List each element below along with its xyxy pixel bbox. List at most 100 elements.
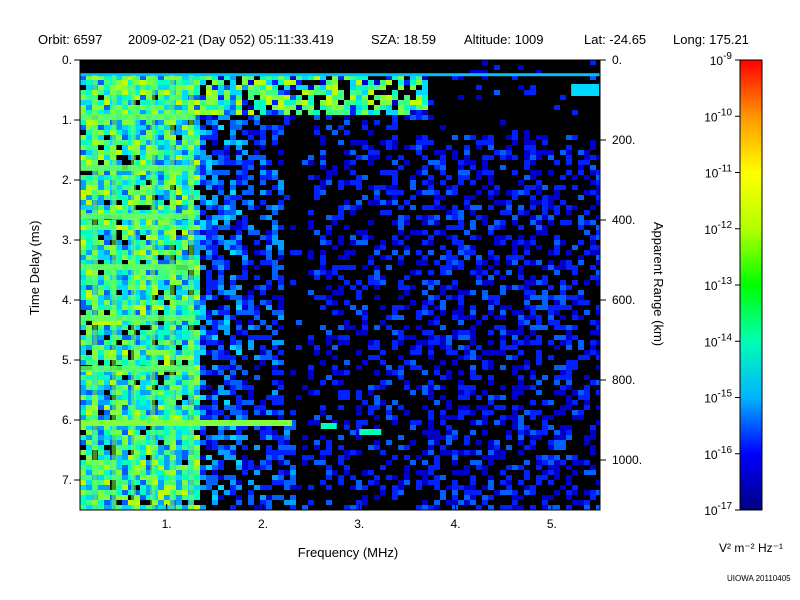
heatmap-cell	[320, 265, 326, 270]
heatmap-cell	[554, 465, 560, 470]
heatmap-cell	[182, 435, 188, 440]
heatmap-cell	[356, 110, 362, 115]
heatmap-cell	[278, 450, 284, 455]
heatmap-cell	[98, 150, 104, 155]
heatmap-cell	[98, 390, 104, 395]
heatmap-cell	[560, 150, 566, 155]
heatmap-cell	[272, 480, 278, 485]
heatmap-cell	[140, 310, 146, 315]
heatmap-cell	[596, 245, 600, 250]
heatmap-cell	[512, 410, 518, 415]
heatmap-cell	[296, 100, 302, 105]
heatmap-cell	[536, 245, 542, 250]
heatmap-cell	[314, 350, 320, 355]
heatmap-cell	[260, 80, 266, 85]
heatmap-cell	[122, 150, 128, 155]
heatmap-cell	[590, 235, 596, 240]
heatmap-cell	[254, 230, 260, 235]
heatmap-cell	[356, 185, 362, 190]
heatmap-cell	[404, 100, 410, 105]
heatmap-cell	[530, 445, 536, 450]
heatmap-cell	[254, 130, 260, 135]
heatmap-cell	[398, 405, 404, 410]
heatmap-cell	[566, 375, 572, 380]
heatmap-cell	[182, 495, 188, 500]
heatmap-cell	[356, 95, 362, 100]
heatmap-cell	[248, 90, 254, 95]
heatmap-cell	[314, 390, 320, 395]
heatmap-cell	[266, 445, 272, 450]
heatmap-cell	[218, 180, 224, 185]
heatmap-cell	[230, 95, 236, 100]
heatmap-cell	[428, 250, 434, 255]
heatmap-cell	[482, 135, 488, 140]
heatmap-cell	[308, 100, 314, 105]
heatmap-cell	[356, 365, 362, 370]
heatmap-cell	[458, 500, 464, 505]
heatmap-cell	[248, 395, 254, 400]
heatmap-cell	[476, 465, 482, 470]
heatmap-cell	[404, 115, 410, 120]
heatmap-cell	[104, 505, 110, 510]
heatmap-cell	[98, 125, 104, 130]
heatmap-cell	[392, 95, 398, 100]
heatmap-cell	[266, 205, 272, 210]
heatmap-cell	[254, 325, 260, 330]
heatmap-cell	[458, 405, 464, 410]
heatmap-cell	[86, 185, 92, 190]
heatmap-cell	[494, 315, 500, 320]
heatmap-cell	[350, 100, 356, 105]
heatmap-cell	[104, 190, 110, 195]
heatmap-cell	[140, 195, 146, 200]
heatmap-cell	[422, 215, 428, 220]
heatmap-cell	[98, 90, 104, 95]
heatmap-cell	[554, 265, 560, 270]
heatmap-cell	[272, 225, 278, 230]
heatmap-cell	[242, 180, 248, 185]
y-tick-label: 1.	[62, 113, 72, 127]
heatmap-cell	[194, 360, 200, 365]
y2-tick-label: 400.	[612, 213, 635, 227]
heatmap-cell	[338, 95, 344, 100]
heatmap-cell	[416, 345, 422, 350]
heatmap-cell	[482, 350, 488, 355]
heatmap-cell	[470, 350, 476, 355]
heatmap-cell	[200, 335, 206, 340]
heatmap-cell	[566, 360, 572, 365]
heatmap-cell	[80, 190, 86, 195]
heatmap-cell	[236, 340, 242, 345]
heatmap-cell	[356, 390, 362, 395]
heatmap-cell	[398, 330, 404, 335]
heatmap-cell	[332, 355, 338, 360]
heatmap-cell	[272, 210, 278, 215]
heatmap-cell	[236, 325, 242, 330]
heatmap-cell	[272, 310, 278, 315]
heatmap-cell	[524, 485, 530, 490]
heatmap-cell	[206, 385, 212, 390]
heatmap-cell	[542, 470, 548, 475]
heatmap-cell	[86, 180, 92, 185]
heatmap-cell	[158, 140, 164, 145]
heatmap-cell	[464, 440, 470, 445]
heatmap-cell	[470, 475, 476, 480]
heatmap-cell	[320, 250, 326, 255]
heatmap-cell	[272, 235, 278, 240]
heatmap-cell	[362, 110, 368, 115]
heatmap-cell	[98, 345, 104, 350]
heatmap-cell	[350, 240, 356, 245]
heatmap-cell	[212, 320, 218, 325]
heatmap-cell	[212, 180, 218, 185]
heatmap-cell	[440, 395, 446, 400]
heatmap-cell	[548, 355, 554, 360]
heatmap-cell	[182, 275, 188, 280]
y-tick-label: 6.	[62, 413, 72, 427]
heatmap-cell	[320, 100, 326, 105]
heatmap-cell	[158, 485, 164, 490]
heatmap-cell	[242, 255, 248, 260]
heatmap-cell	[392, 345, 398, 350]
heatmap-cell	[242, 110, 248, 115]
heatmap-cell	[338, 475, 344, 480]
heatmap-cell	[314, 440, 320, 445]
heatmap-cell	[284, 430, 290, 435]
heatmap-cell	[212, 340, 218, 345]
